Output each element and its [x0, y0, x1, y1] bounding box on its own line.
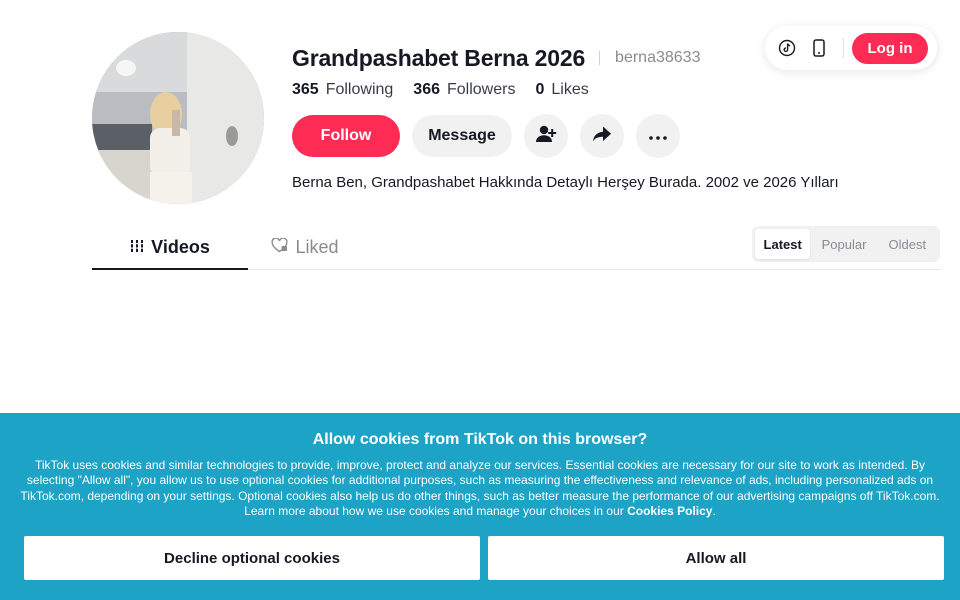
profile-bio: Berna Ben, Grandpashabet Hakkında Detayl…	[292, 174, 839, 191]
more-options-button[interactable]	[636, 114, 680, 158]
login-button[interactable]: Log in	[852, 33, 928, 64]
followers-count: 366	[413, 81, 440, 98]
avatar	[92, 32, 264, 204]
likes-label: Likes	[551, 81, 589, 98]
tab-videos-label: Videos	[151, 236, 210, 257]
likes-count: 0	[535, 81, 545, 98]
cookie-banner-period: .	[712, 504, 716, 519]
likes-stat: 0 Likes	[535, 81, 588, 99]
more-icon	[649, 127, 667, 145]
toolbar-divider	[843, 38, 844, 58]
mobile-icon[interactable]	[809, 38, 829, 58]
sort-control: Latest Popular Oldest	[752, 226, 940, 262]
share-icon	[592, 125, 612, 148]
decline-cookies-button[interactable]: Decline optional cookies	[24, 536, 480, 580]
followers-label: Followers	[447, 81, 516, 98]
allow-all-cookies-button[interactable]: Allow all	[488, 536, 944, 580]
name-divider	[599, 51, 601, 65]
sort-oldest[interactable]: Oldest	[878, 229, 937, 259]
sort-latest[interactable]: Latest	[755, 229, 811, 259]
cookies-policy-link[interactable]: Cookies Policy	[627, 504, 712, 518]
follow-button[interactable]: Follow	[292, 115, 400, 157]
following-stat[interactable]: 365 Following	[292, 81, 393, 99]
add-user-icon	[535, 124, 557, 149]
tab-liked[interactable]: Liked	[248, 226, 362, 269]
display-name: Grandpashabet Berna 2026	[292, 44, 586, 71]
profile-stats: 365 Following 366 Followers 0 Likes	[292, 80, 609, 100]
tiktok-logo-icon[interactable]	[777, 38, 797, 58]
cookie-banner: Allow cookies from TikTok on this browse…	[0, 413, 960, 600]
profile-actions: Follow Message	[292, 114, 692, 158]
sort-popular[interactable]: Popular	[810, 229, 877, 259]
following-label: Following	[325, 81, 394, 98]
followers-stat[interactable]: 366 Followers	[413, 81, 515, 99]
profile-title-row: Grandpashabet Berna 2026 berna38633	[292, 44, 700, 72]
share-button[interactable]	[580, 114, 624, 158]
message-button[interactable]: Message	[412, 115, 512, 157]
cookie-banner-text: TikTok uses cookies and similar technolo…	[14, 458, 946, 520]
following-count: 365	[292, 81, 319, 98]
cookie-banner-title: Allow cookies from TikTok on this browse…	[312, 431, 648, 448]
tab-videos[interactable]: Videos	[92, 226, 248, 270]
username: berna38633	[615, 49, 701, 66]
cookie-banner-body: TikTok uses cookies and similar technolo…	[20, 458, 940, 519]
liked-lock-icon	[271, 237, 295, 258]
grid-icon	[130, 237, 151, 258]
add-friend-button[interactable]	[524, 114, 568, 158]
tab-liked-label: Liked	[295, 237, 339, 257]
